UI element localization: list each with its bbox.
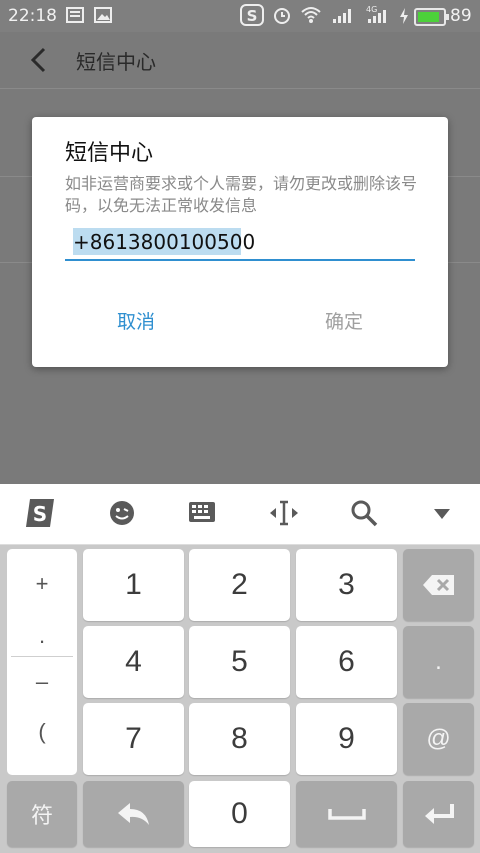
- key-1[interactable]: 1: [83, 549, 184, 621]
- dialog-message: 如非运营商要求或个人需要，请勿更改或删除该号码，以免无法正常收发信息: [65, 174, 418, 215]
- sogou-icon: S: [240, 4, 264, 31]
- backspace-key[interactable]: [403, 549, 474, 621]
- cursor-icon[interactable]: [268, 499, 300, 531]
- sogou-logo-icon[interactable]: S: [24, 497, 58, 533]
- sms-center-number-field[interactable]: [65, 225, 415, 261]
- alarm-icon: [272, 5, 292, 30]
- backspace-icon: [403, 573, 474, 597]
- search-icon[interactable]: [350, 499, 378, 531]
- sms-center-number-input[interactable]: [73, 227, 413, 257]
- enter-icon: [403, 802, 474, 826]
- app-bar: 短信中心: [0, 32, 480, 88]
- collapse-icon[interactable]: [432, 506, 452, 525]
- dialog-title: 短信中心: [65, 141, 154, 166]
- svg-text:S: S: [247, 7, 258, 25]
- cancel-button[interactable]: 取消: [32, 297, 240, 347]
- key-2[interactable]: 2: [189, 549, 290, 621]
- symbol-key[interactable]: –: [7, 669, 77, 695]
- space-icon: [296, 806, 397, 822]
- divider: [0, 88, 480, 89]
- back-arrow-icon[interactable]: [28, 46, 48, 78]
- dot-key[interactable]: .: [403, 626, 474, 698]
- key-4[interactable]: 4: [83, 626, 184, 698]
- signal-icon: [332, 8, 354, 29]
- svg-text:S: S: [33, 502, 47, 526]
- return-key[interactable]: [83, 781, 184, 847]
- key-6[interactable]: 6: [296, 626, 397, 698]
- key-3[interactable]: 3: [296, 549, 397, 621]
- page-title: 短信中心: [76, 50, 156, 74]
- confirm-button[interactable]: 确定: [240, 297, 448, 347]
- at-key[interactable]: @: [403, 703, 474, 775]
- space-key[interactable]: [296, 781, 397, 847]
- battery-icon: [414, 8, 449, 26]
- key-5[interactable]: 5: [189, 626, 290, 698]
- battery-level: 89: [450, 6, 472, 26]
- return-arrow-icon: [83, 801, 184, 827]
- enter-key[interactable]: [403, 781, 474, 847]
- emoji-icon[interactable]: [108, 499, 136, 531]
- symbol-key[interactable]: +: [7, 571, 77, 597]
- sms-center-dialog: 短信中心 如非运营商要求或个人需要，请勿更改或删除该号码，以免无法正常收发信息 …: [32, 117, 448, 367]
- key-0[interactable]: 0: [189, 781, 290, 847]
- status-bar: 22:18 S 4G 89: [0, 0, 480, 32]
- numeric-keyboard: + . – ( 1 2 3 4 5 6 . 7 8 9 @ 符 0: [0, 545, 480, 853]
- svg-text:4G: 4G: [366, 5, 377, 14]
- symbol-key[interactable]: (: [7, 719, 77, 745]
- key-7[interactable]: 7: [83, 703, 184, 775]
- key-8[interactable]: 8: [189, 703, 290, 775]
- keyboard-toolbar: S: [0, 484, 480, 545]
- symbol-key[interactable]: .: [7, 623, 77, 649]
- keyboard-icon[interactable]: [188, 499, 216, 529]
- picture-icon: [94, 7, 112, 28]
- signal-4g-icon: 4G: [364, 4, 390, 29]
- key-9[interactable]: 9: [296, 703, 397, 775]
- divider: [11, 656, 73, 657]
- symbol-panel[interactable]: + . – (: [7, 549, 77, 775]
- charging-icon: [398, 7, 410, 30]
- wifi-icon: [300, 6, 322, 29]
- status-time: 22:18: [8, 6, 57, 26]
- news-icon: [66, 7, 84, 28]
- symbols-key[interactable]: 符: [7, 781, 77, 847]
